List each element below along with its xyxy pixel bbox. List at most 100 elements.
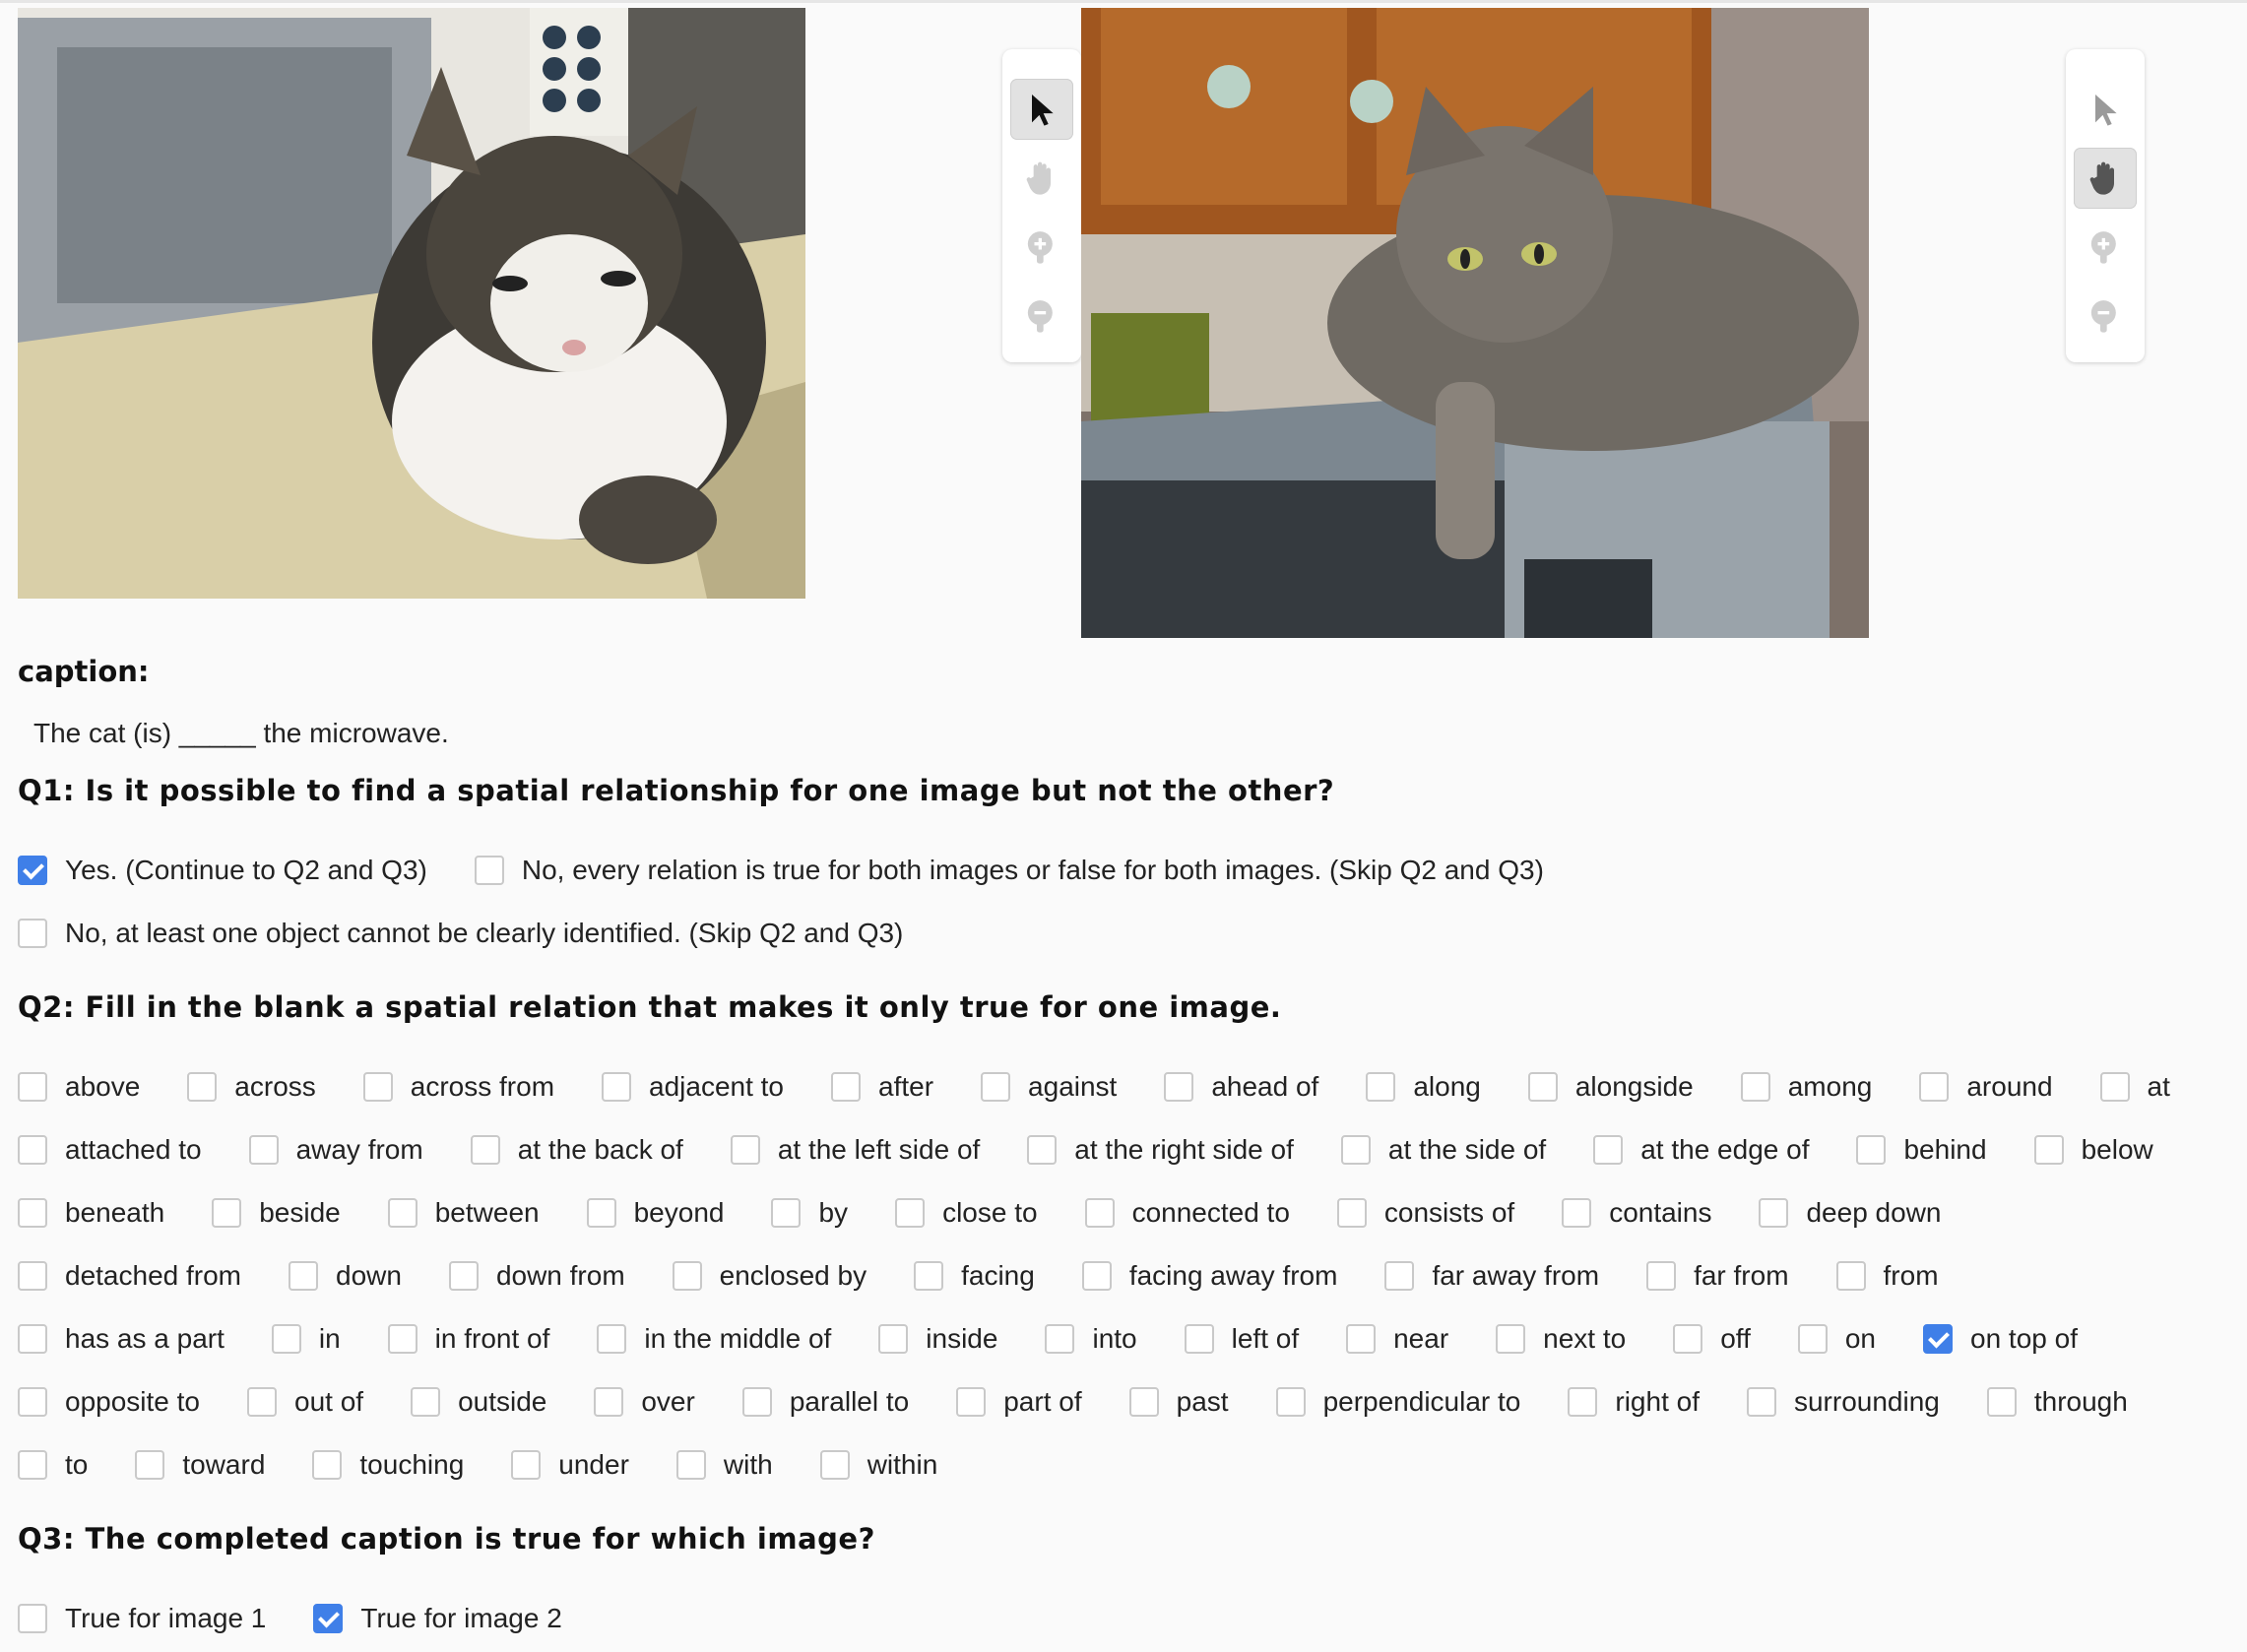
q2-option-down[interactable]: down [289,1260,402,1292]
q2-option-far-from[interactable]: far from [1646,1260,1789,1292]
q2-option-at-the-side-of[interactable]: at the side of [1340,1134,1546,1166]
q2-option-past[interactable]: past [1128,1386,1229,1418]
q2-option-behind[interactable]: behind [1856,1134,1987,1166]
q2-option-close-to[interactable]: close to [895,1197,1038,1229]
q2-option-across[interactable]: across [187,1071,316,1103]
checkbox[interactable] [1593,1135,1624,1165]
q2-option-under[interactable]: under [511,1449,629,1481]
q2-option-across-from[interactable]: across from [362,1071,554,1103]
q2-option-facing-away-from[interactable]: facing away from [1081,1260,1337,1292]
q2-option-on[interactable]: on [1797,1323,1876,1355]
checkbox[interactable] [1797,1324,1828,1354]
checkbox[interactable] [1275,1387,1306,1417]
checkbox[interactable] [411,1387,441,1417]
q2-option-beneath[interactable]: beneath [18,1197,164,1229]
checkbox[interactable] [1835,1261,1866,1291]
q2-option-perpendicular-to[interactable]: perpendicular to [1275,1386,1520,1418]
q2-option-through[interactable]: through [1986,1386,2128,1418]
checkbox[interactable] [956,1387,987,1417]
q2-option-with[interactable]: with [675,1449,773,1481]
checkbox[interactable] [18,1324,47,1354]
q2-option-inside[interactable]: inside [878,1323,997,1355]
q2-option-among[interactable]: among [1740,1071,1872,1103]
checkbox[interactable] [1027,1135,1058,1165]
checkbox[interactable] [247,1387,277,1417]
checkbox[interactable] [730,1135,760,1165]
q2-option-to[interactable]: to [18,1449,88,1481]
q2-option-by[interactable]: by [771,1197,848,1229]
q2-option-at-the-left-side-of[interactable]: at the left side of [730,1134,980,1166]
checkbox[interactable] [1081,1261,1112,1291]
checkbox[interactable] [1746,1387,1776,1417]
checkbox[interactable] [1856,1135,1887,1165]
q2-option-contains[interactable]: contains [1562,1197,1711,1229]
q2-option-parallel-to[interactable]: parallel to [741,1386,909,1418]
q2-option-above[interactable]: above [18,1071,140,1103]
q2-option-deep-down[interactable]: deep down [1759,1197,1942,1229]
zoom-out-icon[interactable] [1010,286,1073,347]
q2-option-between[interactable]: between [387,1197,540,1229]
q2-option-down-from[interactable]: down from [448,1260,625,1292]
checkbox[interactable] [135,1450,165,1480]
q2-option-connected-to[interactable]: connected to [1084,1197,1290,1229]
checkbox[interactable] [1562,1198,1592,1228]
checkbox[interactable] [18,1387,47,1417]
q2-option-near[interactable]: near [1346,1323,1448,1355]
q2-option-touching[interactable]: touching [312,1449,464,1481]
q2-option-from[interactable]: from [1835,1260,1939,1292]
checkbox[interactable] [831,1072,862,1102]
pointer-icon[interactable] [2074,79,2137,140]
checkbox[interactable] [2099,1072,2130,1102]
zoom-in-icon[interactable] [2074,217,2137,278]
q2-option-away-from[interactable]: away from [248,1134,423,1166]
checkbox[interactable] [271,1324,301,1354]
checkbox[interactable] [594,1387,624,1417]
checkbox[interactable] [1184,1324,1214,1354]
q2-option-beyond[interactable]: beyond [586,1197,724,1229]
q2-option-within[interactable]: within [819,1449,937,1481]
checkbox[interactable] [387,1198,417,1228]
checkbox[interactable] [362,1072,393,1102]
q1-option-yes[interactable]: Yes. (Continue to Q2 and Q3) [18,855,427,886]
q1-option-no-both[interactable]: No, every relation is true for both imag… [474,855,1544,886]
q2-option-outside[interactable]: outside [411,1386,546,1418]
checkbox[interactable] [771,1198,802,1228]
checkbox[interactable] [187,1072,218,1102]
checkbox[interactable] [18,1072,47,1102]
q2-option-part-of[interactable]: part of [956,1386,1082,1418]
q2-option-in-the-middle-of[interactable]: in the middle of [597,1323,831,1355]
q2-option-next-to[interactable]: next to [1496,1323,1626,1355]
q1-option-no-unidentified[interactable]: No, at least one object cannot be clearl… [18,918,903,949]
checkbox[interactable] [1128,1387,1159,1417]
q3-option-image-2[interactable]: True for image 2 [313,1603,562,1634]
hand-icon[interactable] [1010,148,1073,209]
q3-option-image-1[interactable]: True for image 1 [18,1603,266,1634]
checkbox[interactable] [1986,1387,2017,1417]
q2-option-at[interactable]: at [2099,1071,2170,1103]
checkbox[interactable] [819,1450,850,1480]
checkbox[interactable] [312,1450,343,1480]
q2-option-in-front-of[interactable]: in front of [387,1323,549,1355]
q2-option-after[interactable]: after [831,1071,933,1103]
checkbox[interactable] [1164,1072,1194,1102]
q2-option-at-the-edge-of[interactable]: at the edge of [1593,1134,1809,1166]
checkbox[interactable] [1646,1261,1677,1291]
q2-option-along[interactable]: along [1366,1071,1481,1103]
checkbox[interactable] [212,1198,242,1228]
checkbox[interactable] [1740,1072,1770,1102]
checkbox[interactable] [1084,1198,1115,1228]
q2-option-off[interactable]: off [1673,1323,1751,1355]
q2-option-ahead-of[interactable]: ahead of [1164,1071,1318,1103]
checkbox[interactable] [914,1261,944,1291]
zoom-in-icon[interactable] [1010,217,1073,278]
q2-option-alongside[interactable]: alongside [1527,1071,1694,1103]
checkbox[interactable] [602,1072,632,1102]
checkbox[interactable] [1673,1324,1703,1354]
checkbox[interactable] [1496,1324,1526,1354]
q2-option-facing[interactable]: facing [914,1260,1035,1292]
checkbox[interactable] [597,1324,627,1354]
q2-option-in[interactable]: in [271,1323,341,1355]
hand-icon[interactable] [2074,148,2137,209]
q2-option-surrounding[interactable]: surrounding [1746,1386,1940,1418]
checkbox[interactable] [474,856,504,885]
